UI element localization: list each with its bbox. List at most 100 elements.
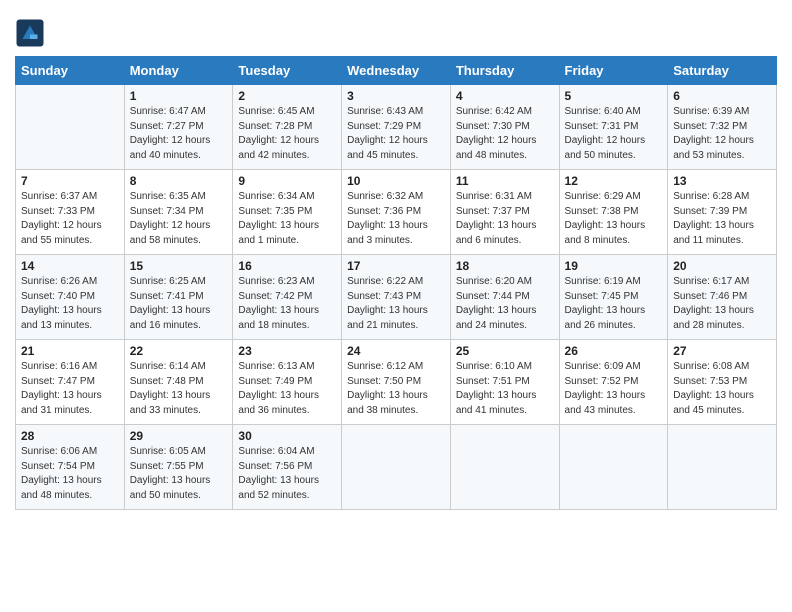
day-number: 28	[21, 429, 119, 443]
day-number: 19	[565, 259, 663, 273]
day-info: Sunrise: 6:29 AM Sunset: 7:38 PM Dayligh…	[565, 190, 663, 248]
col-header-sunday: Sunday	[16, 57, 125, 85]
day-number: 16	[238, 259, 336, 273]
col-header-wednesday: Wednesday	[342, 57, 451, 85]
day-number: 18	[456, 259, 554, 273]
calendar-cell: 4 Sunrise: 6:42 AM Sunset: 7:30 PM Daylig…	[450, 85, 559, 170]
day-info: Sunrise: 6:22 AM Sunset: 7:43 PM Dayligh…	[347, 275, 445, 333]
day-info: Sunrise: 6:32 AM Sunset: 7:36 PM Dayligh…	[347, 190, 445, 248]
calendar-cell: 27Sunrise: 6:08 AM Sunset: 7:53 PM Dayli…	[668, 340, 777, 425]
day-info: Sunrise: 6:26 AM Sunset: 7:40 PM Dayligh…	[21, 275, 119, 333]
header-row: SundayMondayTuesdayWednesdayThursdayFrid…	[16, 57, 777, 85]
day-number: 27	[673, 344, 771, 358]
day-info: Sunrise: 6:19 AM Sunset: 7:45 PM Dayligh…	[565, 275, 663, 333]
day-info: Sunrise: 6:17 AM Sunset: 7:46 PM Dayligh…	[673, 275, 771, 333]
day-info: Sunrise: 6:28 AM Sunset: 7:39 PM Dayligh…	[673, 190, 771, 248]
calendar-cell: 12 Sunrise: 6:29 AM Sunset: 7:38 PM Dayli…	[559, 170, 668, 255]
calendar-cell: 11 Sunrise: 6:31 AM Sunset: 7:37 PM Dayli…	[450, 170, 559, 255]
day-info: Sunrise: 6:12 AM Sunset: 7:50 PM Dayligh…	[347, 360, 445, 418]
calendar-cell	[450, 425, 559, 510]
day-number: 4	[456, 89, 554, 103]
calendar-table: SundayMondayTuesdayWednesdayThursdayFrid…	[15, 56, 777, 510]
day-info: Sunrise: 6:34 AM Sunset: 7:35 PM Dayligh…	[238, 190, 336, 248]
day-info: Sunrise: 6:39 AM Sunset: 7:32 PM Dayligh…	[673, 105, 771, 163]
day-number: 3	[347, 89, 445, 103]
calendar-cell: 9 Sunrise: 6:34 AM Sunset: 7:35 PM Daylig…	[233, 170, 342, 255]
calendar-cell: 21 Sunrise: 6:16 AM Sunset: 7:47 PM Dayli…	[16, 340, 125, 425]
day-number: 2	[238, 89, 336, 103]
week-row-1: 1 Sunrise: 6:47 AM Sunset: 7:27 PM Daylig…	[16, 85, 777, 170]
calendar-cell: 26 Sunrise: 6:09 AM Sunset: 7:52 PM Dayli…	[559, 340, 668, 425]
day-number: 25	[456, 344, 554, 358]
col-header-thursday: Thursday	[450, 57, 559, 85]
calendar-cell: 19 Sunrise: 6:19 AM Sunset: 7:45 PM Dayli…	[559, 255, 668, 340]
week-row-4: 21 Sunrise: 6:16 AM Sunset: 7:47 PM Dayli…	[16, 340, 777, 425]
calendar-cell: 16 Sunrise: 6:23 AM Sunset: 7:42 PM Dayli…	[233, 255, 342, 340]
calendar-cell: 6Sunrise: 6:39 AM Sunset: 7:32 PM Daylig…	[668, 85, 777, 170]
day-number: 22	[130, 344, 228, 358]
day-info: Sunrise: 6:05 AM Sunset: 7:55 PM Dayligh…	[130, 445, 228, 503]
day-info: Sunrise: 6:40 AM Sunset: 7:31 PM Dayligh…	[565, 105, 663, 163]
calendar-cell: 7 Sunrise: 6:37 AM Sunset: 7:33 PM Daylig…	[16, 170, 125, 255]
calendar-cell: 13 Sunrise: 6:28 AM Sunset: 7:39 PM Dayli…	[668, 170, 777, 255]
calendar-cell: 3 Sunrise: 6:43 AM Sunset: 7:29 PM Daylig…	[342, 85, 451, 170]
day-number: 24	[347, 344, 445, 358]
day-info: Sunrise: 6:16 AM Sunset: 7:47 PM Dayligh…	[21, 360, 119, 418]
day-info: Sunrise: 6:25 AM Sunset: 7:41 PM Dayligh…	[130, 275, 228, 333]
day-info: Sunrise: 6:47 AM Sunset: 7:27 PM Dayligh…	[130, 105, 228, 163]
calendar-cell: 2 Sunrise: 6:45 AM Sunset: 7:28 PM Daylig…	[233, 85, 342, 170]
day-number: 1	[130, 89, 228, 103]
day-info: Sunrise: 6:09 AM Sunset: 7:52 PM Dayligh…	[565, 360, 663, 418]
calendar-cell: 1 Sunrise: 6:47 AM Sunset: 7:27 PM Daylig…	[124, 85, 233, 170]
day-number: 23	[238, 344, 336, 358]
day-info: Sunrise: 6:23 AM Sunset: 7:42 PM Dayligh…	[238, 275, 336, 333]
day-number: 7	[21, 174, 119, 188]
day-info: Sunrise: 6:20 AM Sunset: 7:44 PM Dayligh…	[456, 275, 554, 333]
col-header-tuesday: Tuesday	[233, 57, 342, 85]
calendar-cell: 17Sunrise: 6:22 AM Sunset: 7:43 PM Dayli…	[342, 255, 451, 340]
day-info: Sunrise: 6:35 AM Sunset: 7:34 PM Dayligh…	[130, 190, 228, 248]
calendar-cell: 14 Sunrise: 6:26 AM Sunset: 7:40 PM Dayli…	[16, 255, 125, 340]
day-number: 20	[673, 259, 771, 273]
col-header-friday: Friday	[559, 57, 668, 85]
day-number: 8	[130, 174, 228, 188]
calendar-cell: 8 Sunrise: 6:35 AM Sunset: 7:34 PM Daylig…	[124, 170, 233, 255]
calendar-cell	[16, 85, 125, 170]
calendar-cell: 25 Sunrise: 6:10 AM Sunset: 7:51 PM Dayli…	[450, 340, 559, 425]
day-info: Sunrise: 6:13 AM Sunset: 7:49 PM Dayligh…	[238, 360, 336, 418]
day-number: 11	[456, 174, 554, 188]
week-row-2: 7 Sunrise: 6:37 AM Sunset: 7:33 PM Daylig…	[16, 170, 777, 255]
calendar-cell: 30Sunrise: 6:04 AM Sunset: 7:56 PM Dayli…	[233, 425, 342, 510]
calendar-cell: 22Sunrise: 6:14 AM Sunset: 7:48 PM Dayli…	[124, 340, 233, 425]
day-number: 9	[238, 174, 336, 188]
calendar-cell: 10 Sunrise: 6:32 AM Sunset: 7:36 PM Dayli…	[342, 170, 451, 255]
day-number: 14	[21, 259, 119, 273]
calendar-cell: 24 Sunrise: 6:12 AM Sunset: 7:50 PM Dayli…	[342, 340, 451, 425]
header	[15, 10, 777, 48]
calendar-cell: 15 Sunrise: 6:25 AM Sunset: 7:41 PM Dayli…	[124, 255, 233, 340]
day-info: Sunrise: 6:06 AM Sunset: 7:54 PM Dayligh…	[21, 445, 119, 503]
week-row-3: 14 Sunrise: 6:26 AM Sunset: 7:40 PM Dayli…	[16, 255, 777, 340]
logo	[15, 18, 49, 48]
day-info: Sunrise: 6:37 AM Sunset: 7:33 PM Dayligh…	[21, 190, 119, 248]
day-info: Sunrise: 6:31 AM Sunset: 7:37 PM Dayligh…	[456, 190, 554, 248]
day-number: 10	[347, 174, 445, 188]
day-number: 15	[130, 259, 228, 273]
calendar-cell: 20 Sunrise: 6:17 AM Sunset: 7:46 PM Dayli…	[668, 255, 777, 340]
day-number: 30	[238, 429, 336, 443]
col-header-monday: Monday	[124, 57, 233, 85]
week-row-5: 28 Sunrise: 6:06 AM Sunset: 7:54 PM Dayli…	[16, 425, 777, 510]
calendar-cell: 28 Sunrise: 6:06 AM Sunset: 7:54 PM Dayli…	[16, 425, 125, 510]
day-number: 5	[565, 89, 663, 103]
day-number: 13	[673, 174, 771, 188]
day-info: Sunrise: 6:10 AM Sunset: 7:51 PM Dayligh…	[456, 360, 554, 418]
day-number: 12	[565, 174, 663, 188]
day-number: 26	[565, 344, 663, 358]
day-number: 21	[21, 344, 119, 358]
day-info: Sunrise: 6:42 AM Sunset: 7:30 PM Dayligh…	[456, 105, 554, 163]
day-info: Sunrise: 6:43 AM Sunset: 7:29 PM Dayligh…	[347, 105, 445, 163]
col-header-saturday: Saturday	[668, 57, 777, 85]
day-info: Sunrise: 6:45 AM Sunset: 7:28 PM Dayligh…	[238, 105, 336, 163]
day-number: 29	[130, 429, 228, 443]
calendar-cell: 18 Sunrise: 6:20 AM Sunset: 7:44 PM Dayli…	[450, 255, 559, 340]
